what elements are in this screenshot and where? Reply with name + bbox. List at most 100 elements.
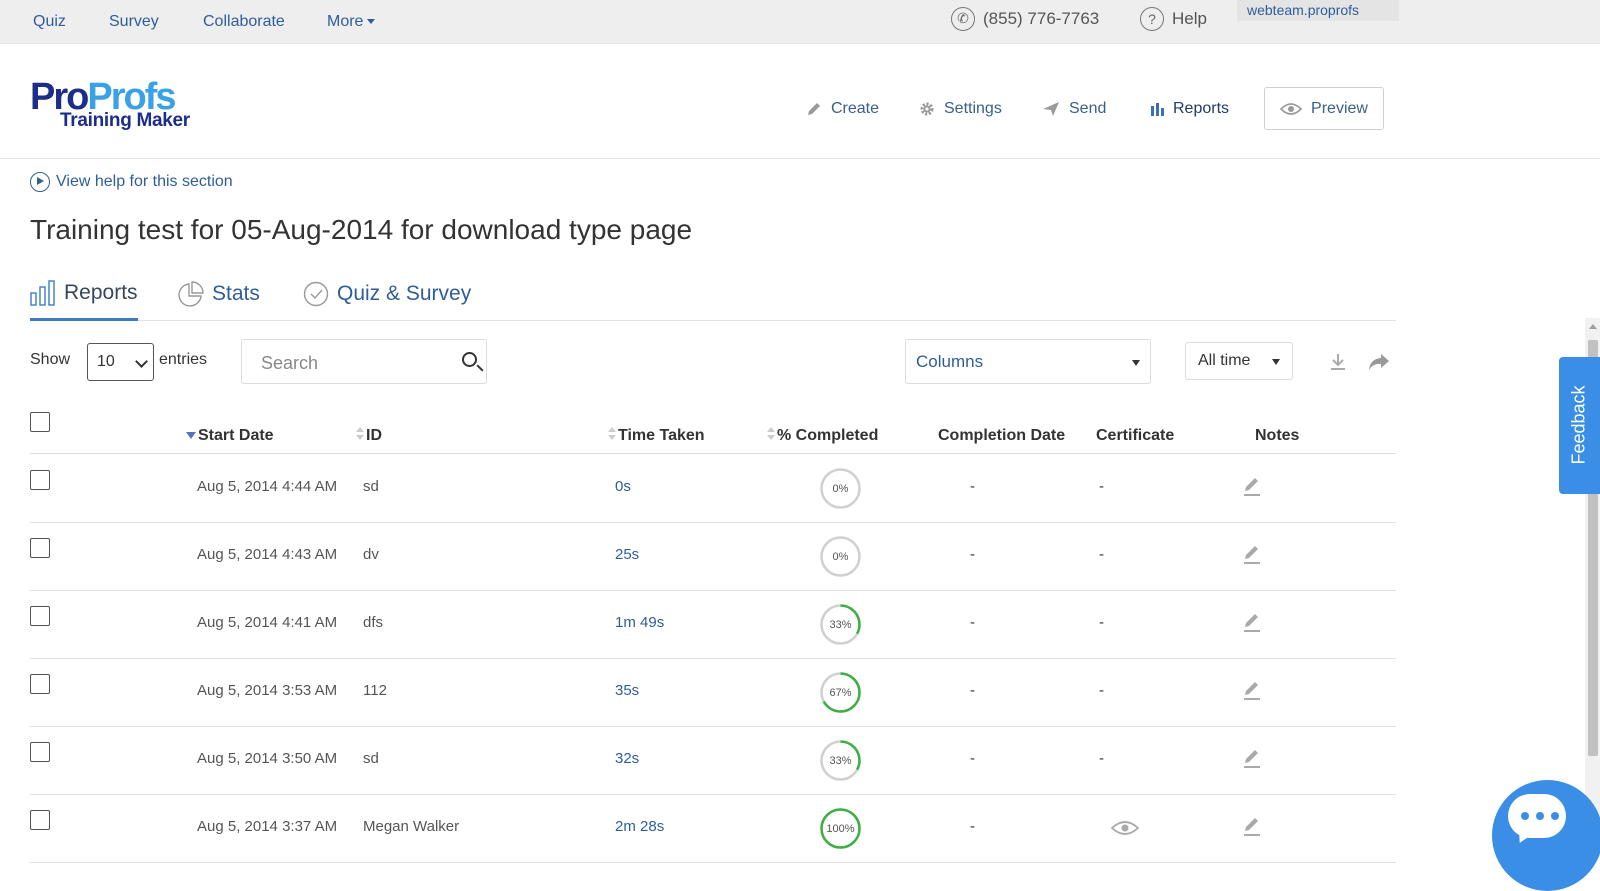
table-row: Aug 5, 2014 4:43 AM dv 25s 0% - - xyxy=(30,522,1396,591)
edit-note-icon[interactable] xyxy=(1242,612,1262,634)
cell-time-taken[interactable]: 32s xyxy=(615,750,639,767)
row-checkbox[interactable] xyxy=(30,470,50,490)
nav-reports[interactable]: Reports xyxy=(1150,88,1229,130)
download-icon[interactable] xyxy=(1330,353,1346,371)
cell-certificate: - xyxy=(1099,750,1104,767)
row-checkbox[interactable] xyxy=(30,674,50,694)
check-circle-icon xyxy=(303,281,329,307)
share-icon[interactable] xyxy=(1368,353,1390,371)
bar-chart-icon xyxy=(1151,103,1164,116)
nav-create[interactable]: Create xyxy=(806,88,879,130)
scroll-up-arrow-icon[interactable] xyxy=(1589,324,1597,329)
tab-stats[interactable]: Stats xyxy=(178,268,260,320)
top-nav-survey[interactable]: Survey xyxy=(109,13,159,31)
table-header: Start Date ID Time Taken % Completed Com… xyxy=(30,408,1396,454)
cell-id: sd xyxy=(363,750,379,767)
header-start-date-label: Start Date xyxy=(198,427,274,444)
cell-start-date: Aug 5, 2014 3:50 AM xyxy=(197,750,338,767)
cell-certificate: - xyxy=(1099,546,1104,563)
account-menu[interactable]: webteam.proprofs xyxy=(1237,0,1399,21)
sort-desc-icon xyxy=(186,432,196,439)
select-all-checkbox[interactable] xyxy=(30,412,50,432)
top-nav-quiz[interactable]: Quiz xyxy=(33,13,66,31)
top-nav-more[interactable]: More xyxy=(327,12,376,31)
time-filter-select[interactable]: All time xyxy=(1185,342,1293,380)
view-help-link[interactable]: View help for this section xyxy=(30,172,233,192)
view-help-label: View help for this section xyxy=(56,173,233,190)
caret-down-icon xyxy=(1132,360,1140,366)
cell-start-date: Aug 5, 2014 4:44 AM xyxy=(197,478,338,495)
phone-number: (855) 776-7763 xyxy=(983,8,1100,28)
cell-time-taken[interactable]: 0s xyxy=(615,478,631,495)
app-header: ProProfs Training Maker Create Settings … xyxy=(0,44,1600,159)
columns-label: Columns xyxy=(916,351,984,371)
cell-time-taken[interactable]: 25s xyxy=(615,546,639,563)
cell-completion-date: - xyxy=(970,614,975,631)
completion-ring: 0% xyxy=(818,466,863,511)
chat-dots xyxy=(1521,812,1559,820)
table-toolbar: Show 10 entries Columns All time xyxy=(30,338,1396,384)
proprofs-logo[interactable]: ProProfs Training Maker xyxy=(30,78,200,134)
header-start-date[interactable]: Start Date xyxy=(186,427,274,445)
header-notes: Notes xyxy=(1255,427,1300,444)
nav-settings-label: Settings xyxy=(944,100,1002,117)
completion-label: 100% xyxy=(826,822,855,835)
columns-select[interactable]: Columns xyxy=(905,339,1151,384)
certificate-eye-icon[interactable] xyxy=(1110,819,1140,837)
pencil-icon xyxy=(808,103,820,115)
cell-completion-date: - xyxy=(970,818,975,835)
search-icon[interactable] xyxy=(462,352,477,367)
edit-note-icon[interactable] xyxy=(1242,476,1262,498)
completion-ring: 33% xyxy=(818,602,863,647)
top-nav-collaborate[interactable]: Collaborate xyxy=(203,13,285,31)
feedback-tab[interactable]: Feedback xyxy=(1559,357,1600,494)
cell-id: Megan Walker xyxy=(363,818,460,835)
feedback-label: Feedback xyxy=(1568,385,1589,465)
header-completed[interactable]: % Completed xyxy=(767,427,878,445)
completion-label: 67% xyxy=(829,686,852,699)
edit-note-icon[interactable] xyxy=(1242,544,1262,566)
header-id[interactable]: ID xyxy=(356,427,382,445)
cell-completion-date: - xyxy=(970,478,975,495)
row-checkbox[interactable] xyxy=(30,606,50,626)
cell-id: dv xyxy=(363,546,379,563)
tab-quiz-survey[interactable]: Quiz & Survey xyxy=(303,268,471,320)
tab-stats-label: Stats xyxy=(212,282,260,305)
caret-down-icon xyxy=(1272,359,1280,365)
eye-icon xyxy=(1280,102,1303,115)
completion-label: 33% xyxy=(829,618,852,631)
question-icon: ? xyxy=(1140,6,1164,31)
cell-certificate: - xyxy=(1099,478,1104,495)
tab-reports-label: Reports xyxy=(64,281,138,304)
cell-id: 112 xyxy=(363,682,387,699)
edit-note-icon[interactable] xyxy=(1242,680,1262,702)
phone-link[interactable]: ✆ (855) 776-7763 xyxy=(951,0,1099,37)
header-time-taken[interactable]: Time Taken xyxy=(608,427,705,445)
preview-label: Preview xyxy=(1311,99,1368,117)
header-completion-date: Completion Date xyxy=(938,427,1066,444)
row-checkbox[interactable] xyxy=(30,810,50,830)
top-nav-more-label: More xyxy=(327,12,364,30)
nav-settings[interactable]: Settings xyxy=(919,88,1002,130)
edit-note-icon[interactable] xyxy=(1242,748,1262,770)
cell-id: sd xyxy=(363,478,379,495)
entries-label: entries xyxy=(159,351,208,368)
help-link[interactable]: ? Help xyxy=(1140,0,1207,37)
tab-reports[interactable]: Reports xyxy=(30,268,138,321)
tab-quiz-survey-label: Quiz & Survey xyxy=(337,282,472,305)
entries-select[interactable]: 10 xyxy=(87,343,154,381)
cell-time-taken[interactable]: 1m 49s xyxy=(615,614,664,631)
play-icon xyxy=(30,172,50,192)
nav-create-label: Create xyxy=(831,100,880,117)
search-box xyxy=(241,339,487,384)
edit-note-icon[interactable] xyxy=(1242,816,1262,838)
completion-label: 33% xyxy=(829,754,852,767)
cell-time-taken[interactable]: 35s xyxy=(615,682,639,699)
nav-send[interactable]: Send xyxy=(1042,88,1106,130)
search-input[interactable] xyxy=(259,352,443,375)
cell-start-date: Aug 5, 2014 3:37 AM xyxy=(197,818,338,835)
row-checkbox[interactable] xyxy=(30,742,50,762)
cell-time-taken[interactable]: 2m 28s xyxy=(615,818,664,835)
row-checkbox[interactable] xyxy=(30,538,50,558)
preview-button[interactable]: Preview xyxy=(1264,87,1384,130)
